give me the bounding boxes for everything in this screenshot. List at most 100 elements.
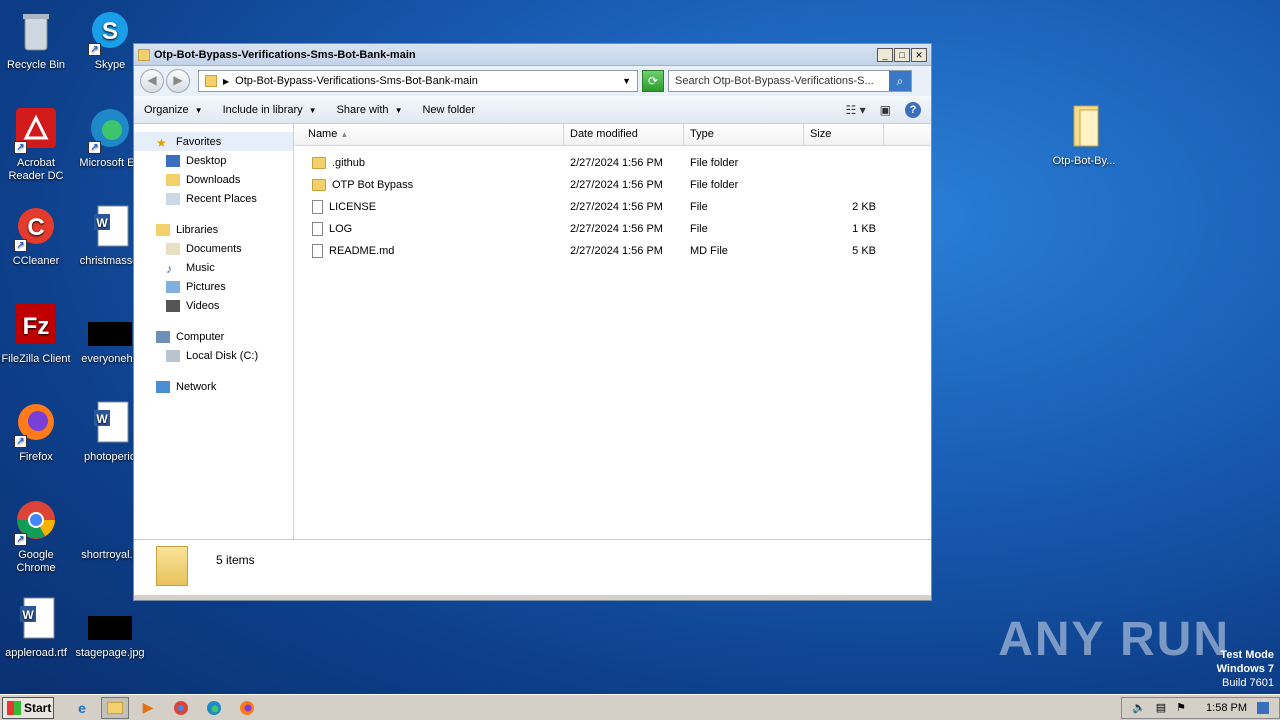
nav-item-network[interactable]: Network xyxy=(134,377,293,396)
start-button[interactable]: Start xyxy=(2,696,54,719)
desktop-icon-ccleaner[interactable]: C ↗ CCleaner xyxy=(0,204,74,268)
svg-text:W: W xyxy=(96,216,108,230)
desktop-icon-label: stagepage.jpg xyxy=(75,647,145,659)
file-date: 2/27/2024 1:56 PM xyxy=(570,179,663,191)
preview-pane-icon[interactable]: ▣ xyxy=(880,103,891,117)
file-name: OTP Bot Bypass xyxy=(332,179,414,191)
nav-item-downloads[interactable]: Downloads xyxy=(134,170,293,189)
share-with-button[interactable]: Share with ▼ xyxy=(337,104,403,116)
file-row[interactable]: OTP Bot Bypass 2/27/2024 1:56 PM File fold… xyxy=(294,174,931,196)
nav-item-favorites[interactable]: ★ Favorites xyxy=(134,132,293,151)
downloads-icon xyxy=(166,173,180,186)
hard-drive-icon xyxy=(166,349,180,362)
dropdown-arrow-icon: ▼ xyxy=(394,105,403,115)
chrome-icon: ↗ xyxy=(12,498,60,546)
file-name: LICENSE xyxy=(329,201,377,213)
taskbar-media-player-icon[interactable]: ▶ xyxy=(134,697,162,719)
sort-ascending-icon: ▲ xyxy=(340,130,349,139)
computer-icon xyxy=(156,330,170,343)
explorer-window[interactable]: Otp-Bot-Bypass-Verifications-Sms-Bot-Ban… xyxy=(133,43,932,601)
shortcut-arrow-icon: ↗ xyxy=(14,533,27,546)
taskbar-explorer-icon[interactable] xyxy=(101,696,129,719)
file-row[interactable]: LOG 2/27/2024 1:56 PM File 1 KB xyxy=(294,218,931,240)
taskbar-chrome-icon[interactable] xyxy=(167,697,195,719)
word-doc-icon: W xyxy=(12,596,60,644)
desktop-icon-label: CCleaner xyxy=(12,255,60,267)
column-type[interactable]: Type xyxy=(684,124,804,145)
desktop-icon-chrome[interactable]: ↗ Google Chrome xyxy=(0,498,74,575)
address-bar[interactable]: ▶ Otp-Bot-Bypass-Verifications-Sms-Bot-B… xyxy=(198,70,638,92)
file-row[interactable]: README.md 2/27/2024 1:56 PM MD File 5 KB xyxy=(294,240,931,262)
desktop-icon-recycle-bin[interactable]: Recycle Bin xyxy=(0,8,74,72)
action-center-flag-icon[interactable]: ⚑ xyxy=(1176,701,1186,714)
taskbar-ie-icon[interactable]: e xyxy=(68,697,96,719)
nav-item-desktop[interactable]: Desktop xyxy=(134,151,293,170)
dropdown-arrow-icon: ▼ xyxy=(308,105,317,115)
volume-icon[interactable]: 🔈 xyxy=(1132,701,1146,714)
maximize-button[interactable]: □ xyxy=(894,47,910,62)
file-icon xyxy=(312,200,323,214)
title-bar[interactable]: Otp-Bot-Bypass-Verifications-Sms-Bot-Ban… xyxy=(134,44,931,66)
column-size[interactable]: Size xyxy=(804,124,884,145)
desktop-icon-acrobat[interactable]: ↗ Acrobat Reader DC xyxy=(0,106,74,183)
videos-icon xyxy=(166,299,180,312)
column-date-modified[interactable]: Date modified xyxy=(564,124,684,145)
clock[interactable]: 1:58 PM xyxy=(1206,702,1247,714)
svg-text:Fz: Fz xyxy=(23,313,50,340)
nav-item-computer[interactable]: Computer xyxy=(134,327,293,346)
refresh-button[interactable]: ⟳ xyxy=(642,70,664,92)
file-icon xyxy=(312,244,323,258)
back-button[interactable]: ◀ xyxy=(140,69,164,93)
file-icon xyxy=(312,222,323,236)
search-input[interactable]: Search Otp-Bot-Bypass-Verifications-S... xyxy=(669,75,889,87)
desktop-icon-appleroad[interactable]: W appleroad.rtf xyxy=(0,596,74,660)
minimize-button[interactable]: _ xyxy=(877,47,893,62)
desktop-icon-firefox[interactable]: ↗ Firefox xyxy=(0,400,74,464)
show-desktop-icon[interactable] xyxy=(1257,701,1269,714)
taskbar-firefox-icon[interactable] xyxy=(233,697,261,719)
search-icon[interactable]: ⌕ xyxy=(889,71,911,91)
file-date: 2/27/2024 1:56 PM xyxy=(570,201,663,213)
music-icon: ♪ xyxy=(166,261,172,276)
taskbar-edge-icon[interactable] xyxy=(200,697,228,719)
desktop-icon-stagepage[interactable]: stagepage.jpg xyxy=(72,596,148,660)
new-folder-button[interactable]: New folder xyxy=(422,104,475,116)
file-name: .github xyxy=(332,157,366,169)
address-dropdown-icon[interactable]: ▼ xyxy=(622,76,631,86)
nav-item-videos[interactable]: Videos xyxy=(134,296,293,315)
desktop-icon-label: Recycle Bin xyxy=(6,59,66,71)
view-options-icon[interactable]: ☷ ▾ xyxy=(846,103,866,117)
test-mode-label: Test Mode Windows 7 Build 7601 xyxy=(1217,648,1274,690)
nav-item-libraries[interactable]: Libraries xyxy=(134,220,293,239)
file-row[interactable]: .github 2/27/2024 1:56 PM File folder xyxy=(294,152,931,174)
recycle-bin-icon xyxy=(12,8,60,56)
nav-item-music[interactable]: ♪ Music xyxy=(134,258,293,277)
close-button[interactable]: ✕ xyxy=(911,47,927,62)
nav-item-documents[interactable]: Documents xyxy=(134,239,293,258)
help-icon[interactable]: ? xyxy=(905,101,921,118)
organize-button[interactable]: Organize ▼ xyxy=(144,104,203,116)
column-name[interactable]: Name ▲ xyxy=(294,124,564,145)
pictures-icon xyxy=(166,280,180,293)
include-in-library-button[interactable]: Include in library ▼ xyxy=(223,104,317,116)
recent-places-icon xyxy=(166,192,180,205)
breadcrumb-arrow-icon[interactable]: ▶ xyxy=(223,77,229,86)
test-mode-text: Test Mode xyxy=(1220,649,1274,661)
word-doc-icon: W xyxy=(86,204,134,252)
black-thumbnail-icon xyxy=(86,302,134,350)
nav-item-recent-places[interactable]: Recent Places xyxy=(134,189,293,208)
nav-item-pictures[interactable]: Pictures xyxy=(134,277,293,296)
desktop-icon-otp-folder[interactable]: Otp-Bot-By... xyxy=(1046,104,1122,168)
file-size: 5 KB xyxy=(852,245,876,257)
network-tray-icon[interactable]: ▤ xyxy=(1156,701,1166,714)
shortcut-arrow-icon: ↗ xyxy=(88,141,101,154)
search-box[interactable]: Search Otp-Bot-Bypass-Verifications-S...… xyxy=(668,70,912,92)
star-icon: ★ xyxy=(156,135,167,150)
nav-item-local-disk[interactable]: Local Disk (C:) xyxy=(134,346,293,365)
folder-icon xyxy=(205,75,217,87)
file-row[interactable]: LICENSE 2/27/2024 1:56 PM File 2 KB xyxy=(294,196,931,218)
file-name: README.md xyxy=(329,245,395,257)
desktop-icon-filezilla[interactable]: Fz FileZilla Client xyxy=(0,302,74,366)
forward-button[interactable]: ▶ xyxy=(166,69,190,93)
shortcut-arrow-icon: ↗ xyxy=(14,435,27,448)
